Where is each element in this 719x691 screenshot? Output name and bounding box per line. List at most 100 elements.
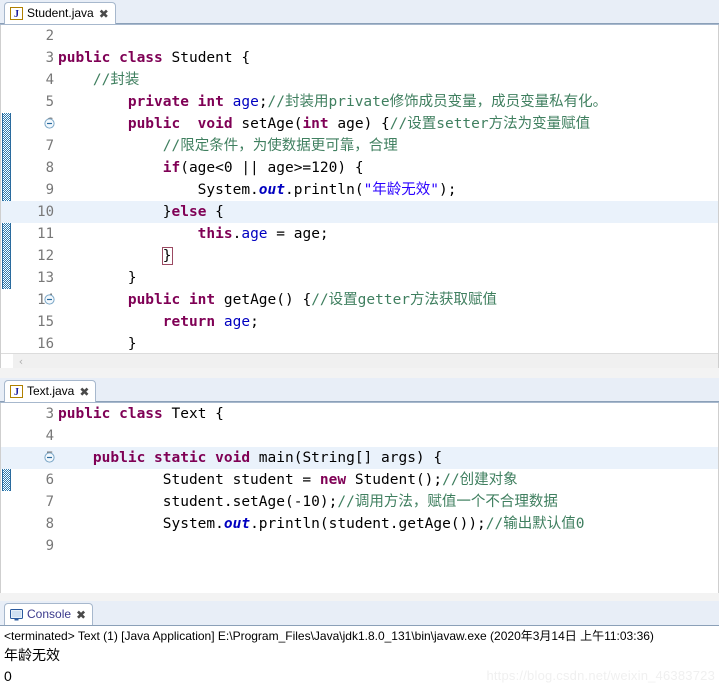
editor-tabbar-text: J Text.java ✖ bbox=[0, 378, 719, 403]
code-line-current[interactable]: 5 public static void main(String[] args)… bbox=[1, 447, 718, 469]
line-content: public int getAge() {//设置getter方法获取赋值 bbox=[58, 292, 498, 308]
editor-tabbar-student: J Student.java ✖ bbox=[0, 0, 719, 25]
code-line-current[interactable]: 10 }else { bbox=[1, 201, 718, 223]
line-content bbox=[58, 425, 718, 447]
code-area-text[interactable]: 3 public class Text { 4 5 public static … bbox=[0, 403, 719, 594]
console-status-line: <terminated> Text (1) [Java Application]… bbox=[4, 629, 654, 643]
close-icon[interactable]: ✖ bbox=[76, 609, 86, 621]
line-content: public class Text { bbox=[58, 406, 224, 422]
code-line[interactable]: 12 } bbox=[1, 245, 718, 267]
line-content: //封装 bbox=[58, 72, 140, 88]
horizontal-scrollbar-student[interactable]: ‹ bbox=[1, 353, 718, 369]
line-number: 16 bbox=[37, 336, 54, 352]
line-number: 13 bbox=[37, 270, 54, 286]
line-content: public static void main(String[] args) { bbox=[58, 450, 443, 466]
code-line[interactable]: 9 bbox=[1, 535, 718, 557]
code-line[interactable]: 5 private int age;//封装用private修饰成员变量，成员变… bbox=[1, 91, 718, 113]
line-number: 12 bbox=[37, 248, 54, 264]
tab-label: Text.java bbox=[27, 384, 75, 398]
editor-pane-text: J Text.java ✖ 3 public class Text { 4 pu… bbox=[0, 378, 719, 594]
line-content: } bbox=[58, 336, 137, 352]
console-tabbar: Console ✖ bbox=[0, 601, 719, 626]
line-number: 4 bbox=[45, 428, 54, 444]
line-content: if(age<0 || age>=120) { bbox=[58, 160, 364, 176]
code-line[interactable]: 9 System.out.println("年龄无效"); bbox=[1, 179, 718, 201]
bracket-match-highlight: } bbox=[161, 247, 173, 265]
line-content: } bbox=[58, 270, 137, 286]
console-output-area[interactable]: <terminated> Text (1) [Java Application]… bbox=[0, 626, 719, 687]
tab-console[interactable]: Console ✖ bbox=[4, 603, 94, 625]
line-number: 10 bbox=[37, 204, 54, 220]
line-number: 5 bbox=[45, 94, 54, 110]
code-line[interactable]: 7 //限定条件，为使数据更可靠，合理 bbox=[1, 135, 718, 157]
line-content bbox=[58, 25, 718, 47]
code-line[interactable]: 4 bbox=[1, 425, 718, 447]
line-number: 6 bbox=[45, 472, 54, 488]
line-content: System.out.println("年龄无效"); bbox=[58, 182, 457, 198]
line-number: 7 bbox=[45, 494, 54, 510]
code-lines-student: 2 3 public class Student { 4 //封装 5 priv… bbox=[1, 25, 718, 369]
line-number: 8 bbox=[45, 516, 54, 532]
line-content: //限定条件，为使数据更可靠，合理 bbox=[58, 138, 398, 154]
console-view: Console ✖ <terminated> Text (1) [Java Ap… bbox=[0, 601, 719, 691]
code-line[interactable]: 3 public class Student { bbox=[1, 47, 718, 69]
line-content: }else { bbox=[58, 204, 224, 220]
java-file-icon: J bbox=[10, 385, 23, 398]
line-number: 15 bbox=[37, 314, 54, 330]
close-icon[interactable]: ✖ bbox=[79, 386, 89, 398]
editor-pane-student: J Student.java ✖ 2 3 public class Studen… bbox=[0, 0, 719, 369]
line-number: 9 bbox=[45, 538, 54, 554]
line-number: 9 bbox=[45, 182, 54, 198]
editor-sash[interactable] bbox=[0, 368, 719, 378]
line-number: 4 bbox=[45, 72, 54, 88]
line-content: this.age = age; bbox=[58, 226, 329, 242]
fold-collapse-icon[interactable] bbox=[44, 294, 55, 305]
code-line[interactable]: 15 return age; bbox=[1, 311, 718, 333]
line-content: private int age;//封装用private修饰成员变量，成员变量私… bbox=[58, 94, 608, 110]
console-output-line: 年龄无效 bbox=[4, 647, 60, 663]
fold-collapse-icon[interactable] bbox=[44, 118, 55, 129]
line-content: System.out.println(student.getAge());//输… bbox=[58, 516, 585, 532]
close-icon[interactable]: ✖ bbox=[99, 8, 109, 20]
svg-text:J: J bbox=[14, 9, 19, 20]
line-number: 2 bbox=[45, 28, 54, 44]
line-content: return age; bbox=[58, 314, 259, 330]
java-file-icon: J bbox=[10, 7, 23, 20]
line-number: 3 bbox=[45, 406, 54, 422]
console-icon bbox=[10, 609, 23, 621]
line-content: } bbox=[58, 245, 718, 267]
line-content: public class Student { bbox=[58, 50, 251, 66]
tab-label: Console bbox=[27, 607, 72, 621]
console-output-line: 0 bbox=[4, 668, 12, 684]
line-number: 3 bbox=[45, 50, 54, 66]
code-area-student[interactable]: 2 3 public class Student { 4 //封装 5 priv… bbox=[0, 25, 719, 369]
scroll-left-icon[interactable]: ‹ bbox=[13, 354, 29, 369]
code-line[interactable]: 4 //封装 bbox=[1, 69, 718, 91]
code-line[interactable]: 11 this.age = age; bbox=[1, 223, 718, 245]
line-content bbox=[58, 535, 718, 557]
code-line[interactable]: 13 } bbox=[1, 267, 718, 289]
line-content: student.setAge(-10);//调用方法，赋值一个不合理数据 bbox=[58, 494, 558, 510]
line-number: 7 bbox=[45, 138, 54, 154]
code-line[interactable]: 2 bbox=[1, 25, 718, 47]
code-line[interactable]: 8 System.out.println(student.getAge());/… bbox=[1, 513, 718, 535]
line-number: 11 bbox=[37, 226, 54, 242]
line-content: Student student = new Student();//创建对象 bbox=[58, 472, 518, 488]
code-line[interactable]: 3 public class Text { bbox=[1, 403, 718, 425]
tab-text-java[interactable]: J Text.java ✖ bbox=[4, 380, 97, 402]
code-line[interactable]: 8 if(age<0 || age>=120) { bbox=[1, 157, 718, 179]
fold-collapse-icon[interactable] bbox=[44, 452, 55, 463]
code-line[interactable]: 16 } bbox=[1, 333, 718, 355]
line-content: public void setAge(int age) {//设置setter方… bbox=[58, 116, 591, 132]
scrollbar-gutter-spacer bbox=[1, 354, 13, 369]
code-line[interactable]: 6 Student student = new Student();//创建对象 bbox=[1, 469, 718, 491]
tab-label: Student.java bbox=[27, 6, 94, 20]
code-line[interactable]: 7 student.setAge(-10);//调用方法，赋值一个不合理数据 bbox=[1, 491, 718, 513]
code-line[interactable]: 14 public int getAge() {//设置getter方法获取赋值 bbox=[1, 289, 718, 311]
tab-student-java[interactable]: J Student.java ✖ bbox=[4, 2, 116, 24]
console-sash[interactable] bbox=[0, 593, 719, 601]
code-line[interactable]: 6 public void setAge(int age) {//设置sette… bbox=[1, 113, 718, 135]
line-number: 8 bbox=[45, 160, 54, 176]
code-lines-text: 3 public class Text { 4 5 public static … bbox=[1, 403, 718, 594]
eclipse-workbench: J Student.java ✖ 2 3 public class Studen… bbox=[0, 0, 719, 691]
